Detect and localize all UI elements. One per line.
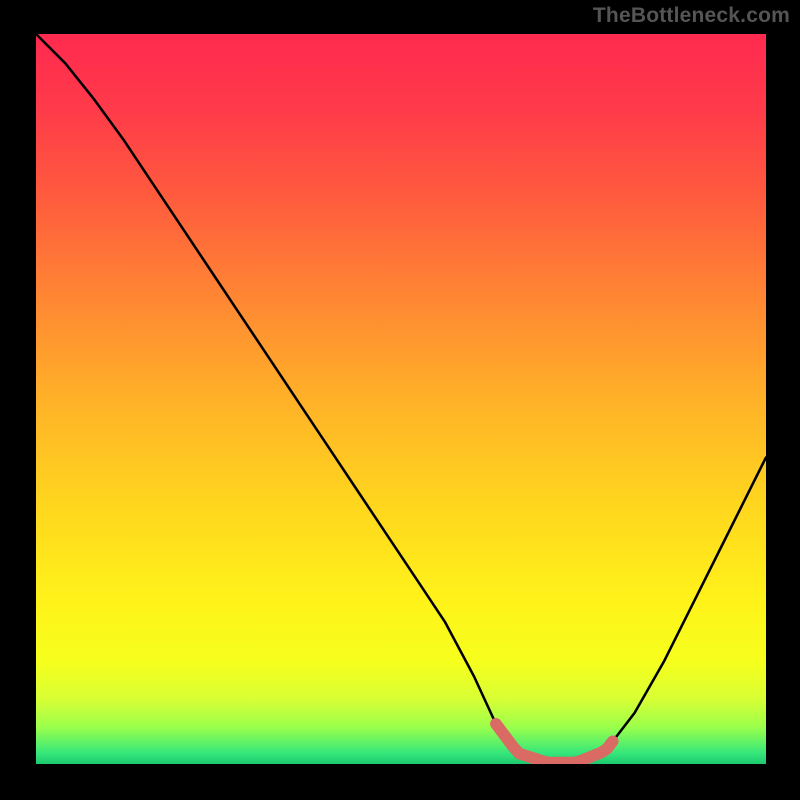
curve-line [36,34,766,763]
highlight-segment [496,724,613,763]
curve-plot [36,34,766,764]
watermark-label: TheBottleneck.com [593,4,790,28]
plot-area [36,34,766,764]
chart-frame: TheBottleneck.com [0,0,800,800]
